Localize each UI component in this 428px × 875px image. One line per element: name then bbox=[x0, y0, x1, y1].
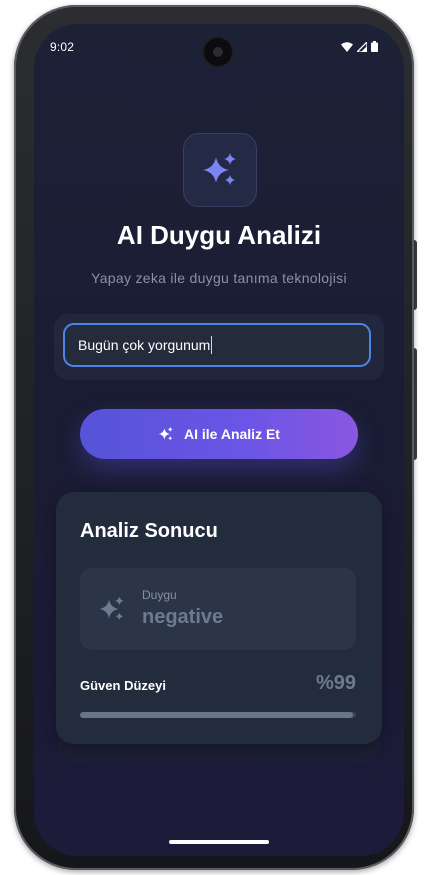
sparkles-icon bbox=[99, 596, 124, 621]
front-camera bbox=[204, 38, 232, 66]
input-container: Bugün çok yorgunum bbox=[54, 314, 384, 380]
page-subtitle: Yapay zeka ile duygu tanıma teknolojisi bbox=[91, 270, 347, 286]
signal-icon bbox=[357, 41, 367, 52]
page-title: AI Duygu Analizi bbox=[116, 220, 322, 250]
status-icons bbox=[341, 41, 378, 52]
result-card: Analiz Sonucu Duygu negative Güven Düzey… bbox=[56, 492, 382, 744]
status-time: 9:02 bbox=[50, 40, 75, 54]
sparkles-icon bbox=[158, 426, 173, 441]
text-caret bbox=[211, 336, 213, 354]
input-value: Bugün çok yorgunum bbox=[78, 337, 211, 353]
home-indicator[interactable] bbox=[169, 840, 269, 844]
confidence-progress-fill bbox=[80, 712, 354, 718]
analyze-button[interactable]: AI ile Analiz Et bbox=[80, 409, 358, 459]
emotion-value: negative bbox=[142, 606, 224, 628]
battery-icon bbox=[371, 41, 378, 52]
result-title: Analiz Sonucu bbox=[80, 520, 218, 542]
confidence-progress-track bbox=[80, 712, 356, 718]
confidence-value: %99 bbox=[315, 672, 356, 694]
wifi-icon bbox=[341, 41, 353, 52]
analyze-button-label: AI ile Analiz Et bbox=[184, 426, 280, 442]
app-screen: 9:02 AI Duygu Analizi Yapay zeka ile duy… bbox=[34, 24, 404, 856]
sparkles-icon bbox=[203, 153, 236, 185]
emotion-box: Duygu negative bbox=[80, 568, 356, 650]
text-input[interactable]: Bugün çok yorgunum bbox=[63, 323, 371, 367]
app-logo bbox=[183, 133, 257, 207]
confidence-label: Güven Düzeyi bbox=[80, 678, 166, 693]
emotion-label: Duygu bbox=[142, 588, 177, 602]
